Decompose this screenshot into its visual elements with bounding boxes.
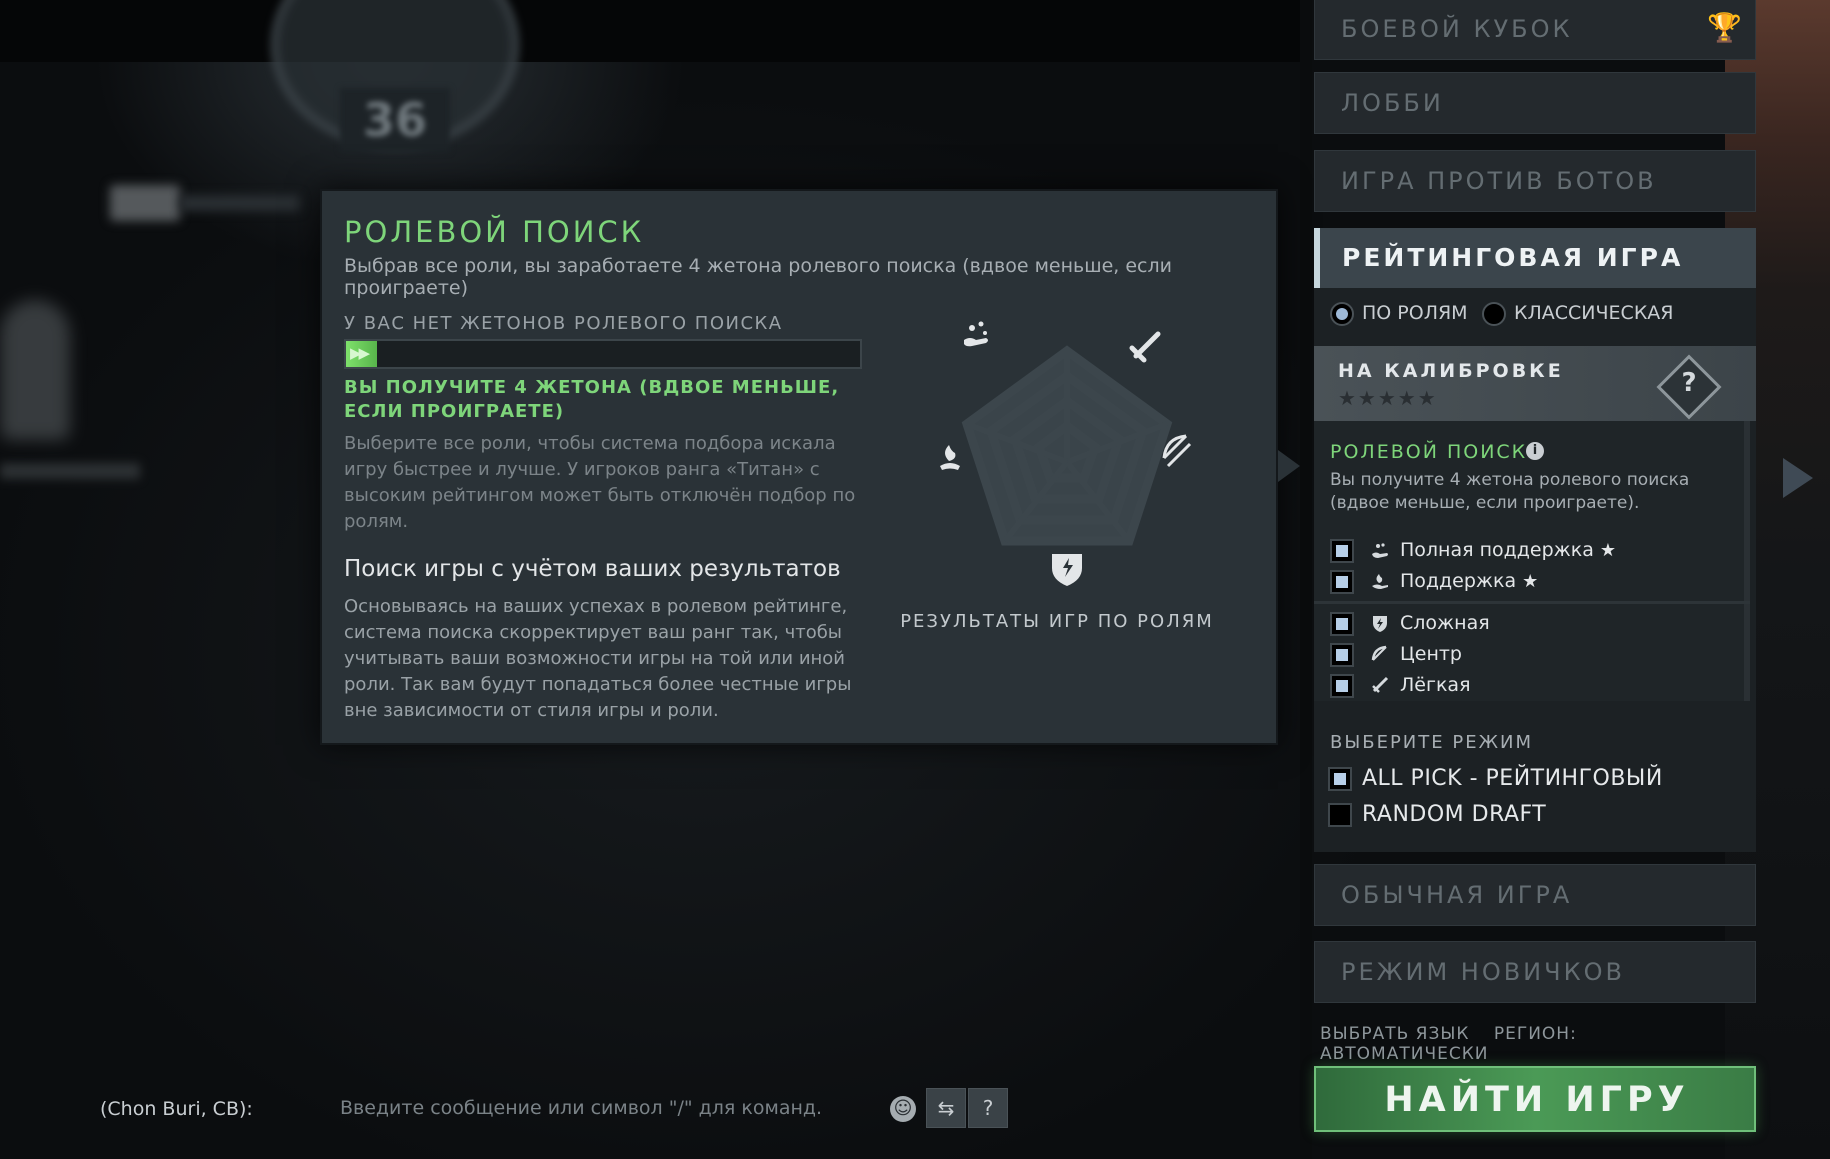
role-support[interactable]: Поддержка ★ — [1330, 568, 1740, 596]
newbie-mode-button[interactable]: РЕЖИМ НОВИЧКОВ — [1314, 941, 1756, 1003]
normal-game-button[interactable]: ОБЫЧНАЯ ИГРА — [1314, 864, 1756, 926]
calibration-label: НА КАЛИБРОВКЕ — [1338, 360, 1564, 382]
hard-support-icon — [964, 321, 988, 347]
chat-channel-button[interactable]: ⇆ — [926, 1088, 966, 1128]
mode-label: RANDOM DRAFT — [1362, 802, 1547, 827]
support-icon — [1372, 574, 1388, 589]
select-language-link[interactable]: ВЫБРАТЬ ЯЗЫК — [1320, 1024, 1469, 1044]
role-offlane[interactable]: Сложная — [1330, 610, 1740, 638]
normal-game-label: ОБЫЧНАЯ ИГРА — [1341, 881, 1573, 909]
blurred-bar — [180, 195, 300, 211]
radar-label: РЕЗУЛЬТАТЫ ИГР ПО РОЛЯМ — [900, 611, 1214, 632]
play-panel: БОЕВОЙ КУБОК 🏆 ЛОББИ ИГРА ПРОТИВ БОТОВ Р… — [1314, 0, 1756, 1159]
mode-label: ALL PICK - РЕЙТИНГОВЫЙ — [1362, 766, 1663, 791]
no-tokens-label: У ВАС НЕТ ЖЕТОНОВ РОЛЕВОГО ПОИСКА — [344, 313, 783, 334]
role-label: Лёгкая — [1400, 674, 1471, 696]
all-pick-ranked-option[interactable]: ALL PICK - РЕЙТИНГОВЫЙ — [1328, 765, 1748, 795]
find-game-button[interactable]: НАЙТИ ИГРУ — [1314, 1066, 1756, 1132]
support-icon — [940, 445, 960, 470]
role-search-tooltip: РОЛЕВОЙ ПОИСК Выбрав все роли, вы зарабо… — [320, 189, 1278, 745]
battle-cup-button[interactable]: БОЕВОЙ КУБОК 🏆 — [1314, 0, 1756, 60]
find-game-label: НАЙТИ ИГРУ — [1384, 1080, 1690, 1120]
role-checkbox[interactable] — [1330, 539, 1354, 563]
star-icon: ★ — [1599, 540, 1617, 561]
role-label-wrap: Центр — [1400, 643, 1462, 665]
role-mid[interactable]: Центр — [1330, 641, 1740, 669]
chat-input[interactable] — [340, 1092, 960, 1124]
role-label: Сложная — [1400, 612, 1490, 634]
role-selection: РОЛЕВОЙ ПОИСК i Вы получите 4 жетона рол… — [1314, 421, 1750, 701]
newbie-mode-label: РЕЖИМ НОВИЧКОВ — [1341, 958, 1625, 986]
battle-cup-label: БОЕВОЙ КУБОК — [1341, 15, 1573, 43]
role-checkbox[interactable] — [1330, 612, 1354, 636]
role-divider — [1314, 601, 1750, 604]
chat-bar: (Chon Buri, CB): ☺ ⇆ ? — [90, 1088, 1010, 1128]
calibration-banner: НА КАЛИБРОВКЕ ★★★★★ ? — [1314, 346, 1756, 421]
mode-checkbox[interactable] — [1328, 767, 1352, 791]
lobby-label: ЛОББИ — [1341, 89, 1444, 117]
trophy-icon: 🏆 — [1707, 11, 1742, 44]
radio-classic-label[interactable]: КЛАССИЧЕСКАЯ — [1514, 302, 1674, 324]
side-strip — [1300, 0, 1312, 1159]
offlane-shield-icon — [1373, 616, 1387, 632]
tooltip-title: РОЛЕВОЙ ПОИСК — [344, 215, 645, 249]
role-carry[interactable]: Лёгкая — [1330, 672, 1740, 700]
profile-level: 36 — [340, 88, 450, 152]
blurred-figure-label — [0, 463, 140, 479]
performance-heading: Поиск игры с учётом ваших результатов — [344, 556, 841, 582]
chat-channel-prefix: (Chon Buri, CB): — [100, 1098, 253, 1120]
role-radar-chart — [940, 321, 1192, 586]
ranked-game-button[interactable]: РЕЙТИНГОВАЯ ИГРА — [1314, 228, 1756, 288]
role-search-title: РОЛЕВОЙ ПОИСК — [1330, 441, 1528, 463]
ranked-game-label: РЕЙТИНГОВАЯ ИГРА — [1342, 243, 1684, 272]
role-label-wrap: Поддержка ★ — [1400, 570, 1538, 592]
role-label-wrap: Лёгкая — [1400, 674, 1471, 696]
carry-icon — [1129, 331, 1161, 363]
performance-description: Основываясь на ваших успехах в ролевом р… — [344, 596, 852, 721]
tooltip-subtitle: Выбрав все роли, вы заработаете 4 жетона… — [344, 255, 1172, 299]
role-checkbox[interactable] — [1330, 643, 1354, 667]
mid-icon — [1052, 554, 1082, 586]
radio-by-roles-label[interactable]: ПО РОЛЯМ — [1362, 302, 1468, 324]
select-mode-label: ВЫБЕРИТЕ РЕЖИМ — [1330, 732, 1533, 753]
bots-label: ИГРА ПРОТИВ БОТОВ — [1341, 167, 1657, 195]
role-label: Полная поддержка — [1400, 539, 1594, 561]
hard-support-icon — [1372, 543, 1388, 558]
role-checkbox[interactable] — [1330, 570, 1354, 594]
bots-button[interactable]: ИГРА ПРОТИВ БОТОВ — [1314, 150, 1756, 212]
role-checkbox[interactable] — [1330, 674, 1354, 698]
radio-by-roles[interactable] — [1330, 302, 1354, 326]
fast-forward-icon: ▶▶ — [350, 344, 370, 362]
carry-sword-icon — [1372, 676, 1389, 693]
calibration-stars: ★★★★★ — [1338, 386, 1438, 410]
info-icon[interactable]: i — [1526, 442, 1544, 460]
role-hard-support[interactable]: Полная поддержка ★ — [1330, 537, 1740, 565]
blurred-figure — [0, 300, 70, 440]
right-arrow-icon[interactable] — [1783, 458, 1813, 498]
tooltip-pointer — [1278, 450, 1300, 482]
role-label: Поддержка — [1400, 570, 1517, 592]
rank-question-mark: ? — [1681, 368, 1697, 398]
matchmaking-type-radio: ПО РОЛЯМ КЛАССИЧЕСКАЯ — [1330, 300, 1750, 330]
offlane-icon — [1162, 434, 1192, 468]
blurred-pill — [110, 185, 180, 221]
chat-help-button[interactable]: ? — [968, 1088, 1008, 1128]
role-label-wrap: Сложная — [1400, 612, 1490, 634]
star-icon: ★ — [1522, 571, 1539, 592]
role-label: Центр — [1400, 643, 1462, 665]
you-get-tokens-label: ВЫ ПОЛУЧИТЕ 4 ЖЕТОНА (ВДВОЕ МЕНЬШЕ, ЕСЛИ… — [344, 377, 840, 422]
random-draft-option[interactable]: RANDOM DRAFT — [1328, 801, 1748, 831]
mid-bow-icon — [1371, 645, 1387, 661]
top-band — [0, 0, 1300, 62]
role-search-description: Выберите все роли, чтобы система подбора… — [344, 433, 856, 532]
lobby-button[interactable]: ЛОББИ — [1314, 72, 1756, 134]
role-search-subtitle: Вы получите 4 жетона ролевого поиска (вд… — [1330, 470, 1690, 513]
panel-links: ВЫБРАТЬ ЯЗЫК РЕГИОН: АВТОМАТИЧЕСКИ — [1320, 1024, 1756, 1064]
emoji-icon[interactable]: ☺ — [890, 1096, 916, 1122]
mode-checkbox[interactable] — [1328, 803, 1352, 827]
radio-classic[interactable] — [1482, 302, 1506, 326]
role-label-wrap: Полная поддержка ★ — [1400, 539, 1616, 561]
ranked-options: ПО РОЛЯМ КЛАССИЧЕСКАЯ НА КАЛИБРОВКЕ ★★★★… — [1314, 288, 1756, 852]
token-progress-bar: ▶▶ — [344, 339, 862, 369]
